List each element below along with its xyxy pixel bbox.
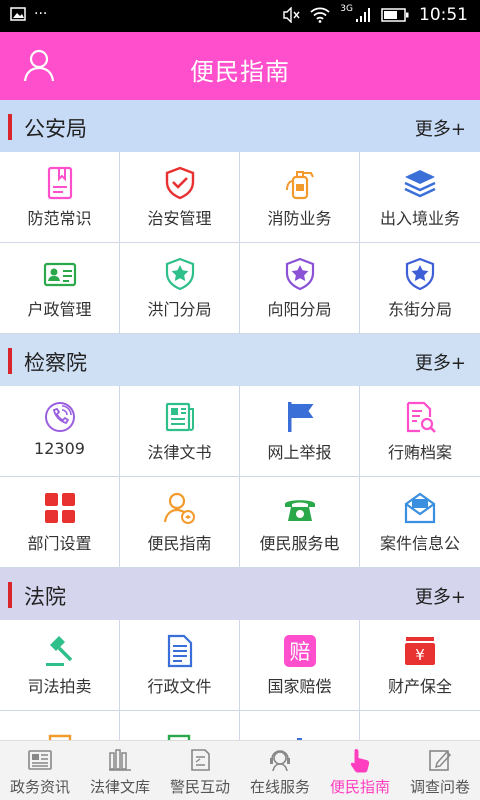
flag-icon	[287, 402, 313, 432]
tab-police-interaction[interactable]: 警民互动	[160, 741, 240, 800]
compensation-icon: 赔	[283, 635, 316, 667]
police-badge-icon	[285, 257, 314, 291]
tab-online-service[interactable]: 在线服务	[240, 741, 320, 800]
status-bar: ··· 3G 10:51	[0, 0, 480, 32]
clock: 10:51	[419, 5, 468, 25]
grid-item-fire-service[interactable]: 消防业务	[240, 152, 360, 243]
tab-survey[interactable]: 调查问卷	[400, 741, 480, 800]
grid-item-partial-1[interactable]	[0, 711, 120, 740]
grid-apps-icon	[44, 493, 75, 523]
grid-item-departments[interactable]: 部门设置	[0, 477, 120, 568]
svg-text:¥: ¥	[415, 646, 425, 664]
shield-check-icon	[165, 166, 194, 200]
police-grid: 防范常识 治安管理 消防业务 出入境业务 户政管理 洪门分局 向阳分局 东街分局	[0, 152, 480, 334]
tab-service-guide[interactable]: 便民指南	[320, 741, 400, 800]
section-accent-bar	[8, 348, 12, 374]
interaction-icon	[191, 749, 210, 771]
section-accent-bar	[8, 114, 12, 140]
gavel-icon	[45, 636, 72, 666]
grid-item-service-phone[interactable]: 便民服务电	[240, 477, 360, 568]
grid-item-xiangyang-branch[interactable]: 向阳分局	[240, 243, 360, 334]
app-header: 便民指南	[0, 32, 480, 100]
user-guide-icon	[163, 492, 195, 524]
layers-icon	[404, 170, 436, 198]
headset-icon	[270, 750, 290, 772]
section-title-court: 法院	[24, 585, 66, 609]
tab-government-news[interactable]: 政务资讯	[0, 741, 80, 800]
section-header-court: 法院 更多+	[0, 568, 480, 620]
phone-call-icon	[44, 402, 75, 432]
grid-item-bribery-archive[interactable]: 行贿档案	[360, 386, 480, 477]
grid-item-judicial-auction[interactable]: 司法拍卖	[0, 620, 120, 711]
section-header-procuratorate: 检察院 更多+	[0, 334, 480, 386]
grid-item-guide[interactable]: 便民指南	[120, 477, 240, 568]
svg-text:赔: 赔	[289, 640, 310, 664]
grid-item-admin-documents[interactable]: 行政文件	[120, 620, 240, 711]
envelope-icon	[404, 492, 436, 524]
more-notifications-icon: ···	[34, 6, 48, 22]
signal-icon: 3G	[340, 4, 353, 14]
page-title: 便民指南	[190, 58, 290, 86]
newspaper-icon	[28, 750, 52, 770]
grid-item-partial-2[interactable]	[120, 711, 240, 740]
court-grid: 司法拍卖 行政文件 赔 国家赔偿 ¥ 财产保全	[0, 620, 480, 740]
partial-orange-icon	[48, 734, 71, 740]
battery-icon	[381, 8, 409, 22]
more-link-procuratorate[interactable]: 更多+	[415, 349, 466, 375]
procuratorate-grid: 12309 法律文书 网上举报 行贿档案 部门设置 便民指南 便民服务电 案件信…	[0, 386, 480, 568]
more-link-police[interactable]: 更多+	[415, 115, 466, 141]
grid-item-state-compensation[interactable]: 赔 国家赔偿	[240, 620, 360, 711]
mute-icon	[283, 7, 300, 23]
grid-item-hongmen-branch[interactable]: 洪门分局	[120, 243, 240, 334]
section-title-police: 公安局	[24, 117, 87, 141]
partial-edit-icon	[167, 734, 190, 740]
police-badge-icon	[405, 257, 435, 291]
image-notification-icon	[10, 7, 26, 21]
grid-item-immigration[interactable]: 出入境业务	[360, 152, 480, 243]
fire-extinguisher-icon	[285, 171, 314, 200]
grid-item-household[interactable]: 户政管理	[0, 243, 120, 334]
section-accent-bar	[8, 582, 12, 608]
section-title-procuratorate: 检察院	[24, 351, 87, 375]
document-search-icon	[406, 401, 436, 433]
more-link-court[interactable]: 更多+	[415, 583, 466, 609]
tab-law-library[interactable]: 法律文库	[80, 741, 160, 800]
grid-item-legal-documents[interactable]: 法律文书	[120, 386, 240, 477]
id-card-icon	[43, 262, 76, 287]
bottom-tab-bar: 政务资讯 法律文库 警民互动 在线服务 便民指南 调查问卷	[0, 740, 480, 800]
books-icon	[109, 749, 131, 771]
newspaper-icon	[165, 402, 194, 432]
cash-box-icon: ¥	[405, 637, 435, 665]
survey-edit-icon	[429, 750, 452, 771]
bookmark-book-icon	[47, 166, 72, 200]
grid-item-empty	[360, 711, 480, 740]
telephone-icon	[284, 500, 315, 521]
grid-item-public-security[interactable]: 治安管理	[120, 152, 240, 243]
grid-item-property-preservation[interactable]: ¥ 财产保全	[360, 620, 480, 711]
document-icon	[167, 634, 192, 668]
main-content[interactable]: 公安局 更多+ 防范常识 治安管理 消防业务 出入境业务 户政管理 洪门分局 向…	[0, 100, 480, 740]
grid-item-12309[interactable]: 12309	[0, 386, 120, 477]
grid-item-online-report[interactable]: 网上举报	[240, 386, 360, 477]
hand-pointer-icon	[350, 749, 370, 773]
grid-item-prevention[interactable]: 防范常识	[0, 152, 120, 243]
section-header-police: 公安局 更多+	[0, 100, 480, 152]
partial-chart-icon	[296, 738, 302, 740]
grid-item-dongjie-branch[interactable]: 东街分局	[360, 243, 480, 334]
grid-item-partial-3[interactable]	[240, 711, 360, 740]
grid-item-case-info[interactable]: 案件信息公	[360, 477, 480, 568]
police-badge-icon	[165, 257, 194, 291]
wifi-icon	[310, 7, 330, 23]
cell-signal-icon	[356, 8, 370, 22]
